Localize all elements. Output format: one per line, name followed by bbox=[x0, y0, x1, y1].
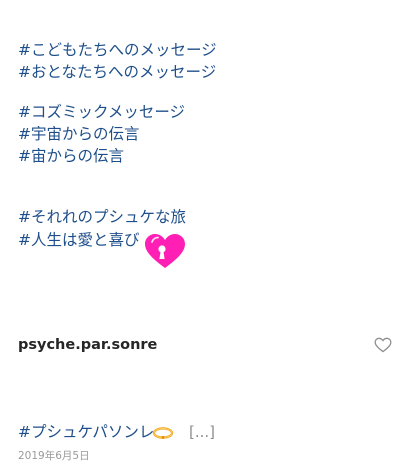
post-date: 2019年6月5日 bbox=[18, 450, 90, 462]
hashtag-link[interactable]: #宇宙からの伝言 bbox=[18, 123, 140, 145]
hashtag-link[interactable]: #宙からの伝言 bbox=[18, 145, 124, 167]
heart-keyhole-icon bbox=[145, 234, 185, 268]
more-link[interactable]: [...] bbox=[189, 421, 215, 443]
hashtag-link[interactable]: #おとなたちへのメッセージ bbox=[18, 61, 216, 83]
username-link[interactable]: psyche.par.sonre bbox=[18, 337, 157, 353]
hashtag-link[interactable]: #コズミックメッセージ bbox=[18, 101, 185, 123]
hashtag-link[interactable]: #こどもたちへのメッセージ bbox=[18, 39, 217, 61]
hashtag-link[interactable]: #それれのプシュケな旅 bbox=[18, 206, 186, 228]
heart-outline-icon[interactable] bbox=[374, 337, 392, 353]
bracelet-icon bbox=[152, 427, 174, 439]
hashtag-link[interactable]: #人生は愛と喜び bbox=[18, 229, 140, 251]
hashtag-link[interactable]: #プシュケパソンレ bbox=[18, 421, 154, 443]
